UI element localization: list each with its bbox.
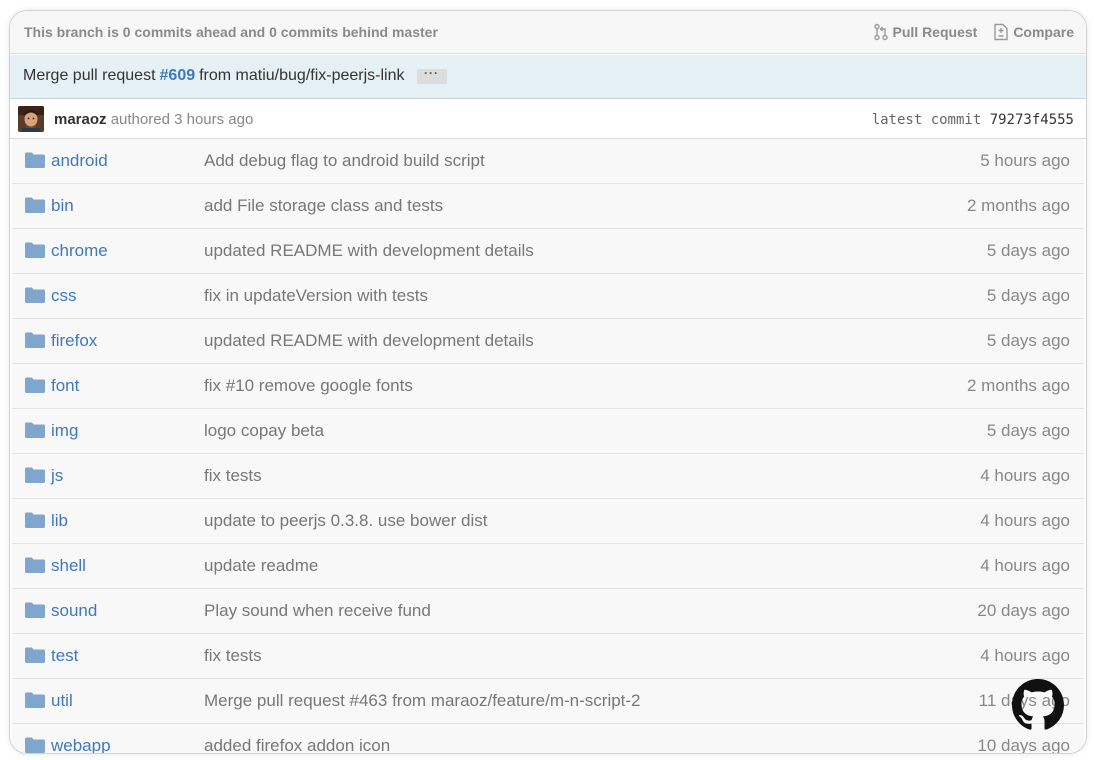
file-name-link[interactable]: sound (51, 601, 97, 621)
file-commit-message[interactable]: fix tests (204, 646, 262, 666)
file-commit-message[interactable]: updated README with development details (204, 241, 534, 261)
file-name-link[interactable]: test (51, 646, 78, 666)
file-name-link[interactable]: js (51, 466, 63, 486)
git-pull-request-icon (873, 23, 888, 41)
file-commit-message[interactable]: Merge pull request #463 from maraoz/feat… (204, 691, 641, 711)
file-age: 5 days ago (986, 331, 1070, 350)
table-row: js fix tests 4 hours ago (12, 454, 1084, 499)
file-commit-message[interactable]: updated README with development details (204, 331, 534, 351)
file-age: 10 days ago (977, 736, 1070, 754)
folder-icon (25, 647, 45, 663)
file-age: 4 hours ago (980, 511, 1070, 530)
table-row: bin add File storage class and tests 2 mon… (12, 184, 1084, 229)
file-commit-message[interactable]: fix tests (204, 466, 262, 486)
commit-author-info: maraoz authored 3 hours ago (54, 111, 253, 128)
github-octocat-icon (1012, 679, 1064, 730)
file-name-link[interactable]: bin (51, 196, 74, 216)
table-row: android Add debug flag to android build s… (12, 139, 1084, 184)
folder-icon (25, 512, 45, 528)
file-name-link[interactable]: img (51, 421, 78, 441)
file-name-link[interactable]: android (51, 151, 108, 171)
table-row: util Merge pull request #463 from maraoz/… (12, 679, 1084, 724)
file-name-link[interactable]: css (51, 286, 77, 306)
folder-icon (25, 152, 45, 168)
folder-icon (25, 377, 45, 393)
file-list: android Add debug flag to android build s… (12, 139, 1084, 754)
file-commit-message[interactable]: fix #10 remove google fonts (204, 376, 413, 396)
pull-request-link[interactable]: #609 (160, 67, 196, 85)
file-age: 4 hours ago (980, 466, 1070, 485)
pull-request-button[interactable]: Pull Request (873, 23, 978, 41)
file-name-link[interactable]: util (51, 691, 73, 711)
avatar[interactable] (18, 106, 44, 132)
branch-status-bar: This branch is 0 commits ahead and 0 com… (10, 11, 1086, 54)
folder-icon (25, 467, 45, 483)
branch-status-text: This branch is 0 commits ahead and 0 com… (24, 24, 438, 40)
file-commit-message[interactable]: Add debug flag to android build script (204, 151, 485, 171)
commit-author-bar: maraoz authored 3 hours ago latest commi… (10, 99, 1086, 139)
folder-icon (25, 332, 45, 348)
folder-icon (25, 422, 45, 438)
pull-request-label: Pull Request (892, 24, 978, 40)
table-row: img logo copay beta 5 days ago (12, 409, 1084, 454)
author-name[interactable]: maraoz (54, 111, 107, 128)
table-row: sound Play sound when receive fund 20 days… (12, 589, 1084, 634)
file-commit-message[interactable]: Play sound when receive fund (204, 601, 431, 621)
file-age: 5 days ago (986, 421, 1070, 440)
latest-commit: latest commit 79273f4555 (872, 112, 1074, 128)
table-row: firefox updated README with development d… (12, 319, 1084, 364)
branch-actions: Pull Request Compare (873, 23, 1074, 41)
file-name-link[interactable]: chrome (51, 241, 108, 261)
file-age: 4 hours ago (980, 556, 1070, 575)
file-age: 2 months ago (966, 196, 1070, 215)
file-age: 5 days ago (986, 286, 1070, 305)
compare-button[interactable]: Compare (993, 23, 1074, 41)
file-commit-message[interactable]: fix in updateVersion with tests (204, 286, 428, 306)
file-commit-message[interactable]: added firefox addon icon (204, 736, 390, 753)
folder-icon (25, 692, 45, 708)
file-age: 4 hours ago (980, 646, 1070, 665)
commit-message-prefix: Merge pull request (23, 67, 156, 84)
table-row: font fix #10 remove google fonts 2 months … (12, 364, 1084, 409)
folder-icon (25, 737, 45, 753)
authored-time: authored 3 hours ago (110, 111, 254, 128)
file-commit-message[interactable]: update readme (204, 556, 318, 576)
table-row: shell update readme 4 hours ago (12, 544, 1084, 589)
latest-commit-label: latest commit (871, 112, 982, 128)
file-commit-message[interactable]: logo copay beta (204, 421, 324, 441)
file-name-link[interactable]: font (51, 376, 79, 396)
file-name-link[interactable]: firefox (51, 331, 97, 351)
file-name-link[interactable]: webapp (51, 736, 111, 753)
commit-message: Merge pull request #609 from matiu/bug/f… (23, 67, 447, 85)
latest-commit-banner: Merge pull request #609 from matiu/bug/f… (10, 55, 1086, 99)
file-commit-message[interactable]: update to peerjs 0.3.8. use bower dist (204, 511, 488, 531)
commit-sha-link[interactable]: 79273f4555 (990, 112, 1074, 128)
table-row: chrome updated README with development de… (12, 229, 1084, 274)
folder-icon (25, 557, 45, 573)
table-row: webapp added firefox addon icon 10 days ag… (12, 724, 1084, 754)
file-name-link[interactable]: lib (51, 511, 68, 531)
file-name-link[interactable]: shell (51, 556, 86, 576)
file-commit-message[interactable]: add File storage class and tests (204, 196, 443, 216)
expand-commit-button[interactable]: ··· (416, 67, 447, 84)
diff-icon (994, 23, 1009, 41)
commit-message-suffix: from matiu/bug/fix-peerjs-link (199, 67, 405, 84)
compare-label: Compare (1013, 24, 1074, 40)
file-age: 20 days ago (977, 601, 1070, 620)
table-row: lib update to peerjs 0.3.8. use bower dis… (12, 499, 1084, 544)
folder-icon (25, 287, 45, 303)
folder-icon (25, 242, 45, 258)
file-age: 5 days ago (986, 241, 1070, 260)
folder-icon (25, 197, 45, 213)
table-row: css fix in updateVersion with tests 5 days… (12, 274, 1084, 319)
file-age: 5 hours ago (980, 151, 1070, 170)
file-age: 2 months ago (966, 376, 1070, 395)
repo-file-browser: This branch is 0 commits ahead and 0 com… (9, 10, 1087, 754)
table-row: test fix tests 4 hours ago (12, 634, 1084, 679)
folder-icon (25, 602, 45, 618)
